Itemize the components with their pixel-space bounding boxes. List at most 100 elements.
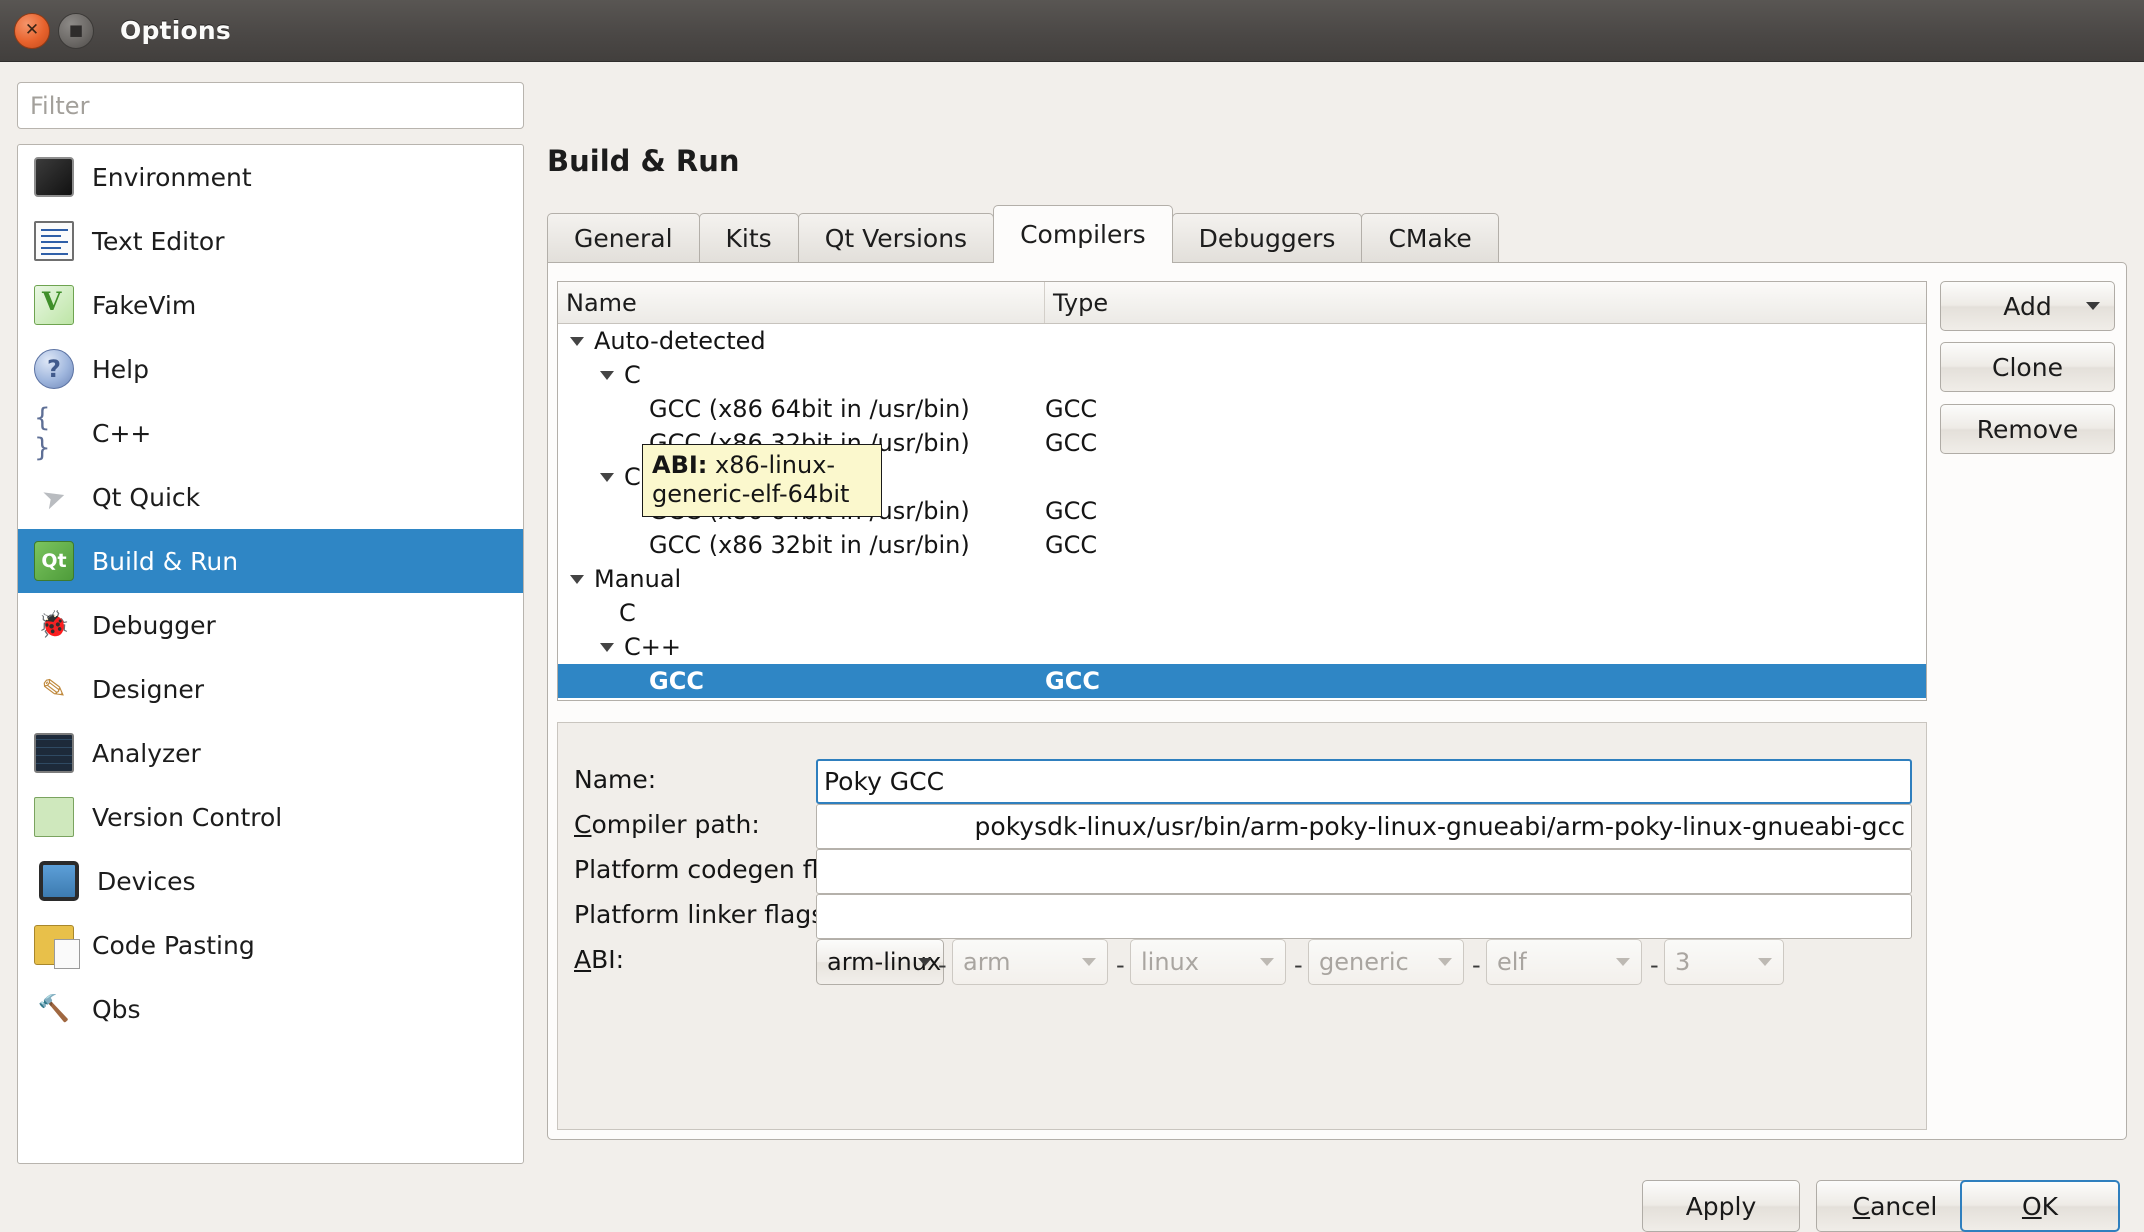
apply-button[interactable]: Apply bbox=[1642, 1180, 1800, 1232]
tab-general[interactable]: General bbox=[547, 213, 700, 263]
abi-separator: - bbox=[1472, 951, 1481, 979]
cancel-button-label: Cancel bbox=[1852, 1191, 1938, 1221]
sidebar-item-debugger[interactable]: Debugger bbox=[18, 593, 523, 657]
chevron-down-icon[interactable] bbox=[600, 370, 614, 380]
tab-compilers[interactable]: Compilers bbox=[993, 205, 1173, 263]
abi-separator: - bbox=[1650, 951, 1659, 979]
maximize-glyph: ■ bbox=[68, 21, 84, 39]
settings-tabbar[interactable]: General Kits Qt Versions Compilers Debuggers… bbox=[547, 205, 1499, 263]
sidebar-item-devices[interactable]: Devices bbox=[18, 849, 523, 913]
sidebar-item-label: Designer bbox=[92, 674, 204, 704]
chevron-down-icon[interactable] bbox=[570, 336, 584, 346]
platform-codegen-flags-input[interactable] bbox=[816, 849, 1912, 894]
name-label: Name: bbox=[574, 765, 657, 794]
qt-quick-icon bbox=[34, 477, 74, 517]
tooltip-label: ABI: bbox=[652, 451, 708, 479]
tab-kits[interactable]: Kits bbox=[698, 213, 799, 263]
sidebar-item-designer[interactable]: Designer bbox=[18, 657, 523, 721]
sidebar-item-label: Version Control bbox=[92, 802, 283, 832]
text-line bbox=[41, 253, 68, 255]
compiler-path-label-mnemonic: C bbox=[574, 810, 592, 839]
abi-tooltip: ABI: x86-linux-generic-elf-64bit bbox=[642, 444, 882, 517]
sidebar-item-label: Devices bbox=[97, 866, 196, 896]
text-line bbox=[41, 229, 68, 231]
clone-button-label: Clone bbox=[1992, 352, 2063, 382]
sidebar-item-label: Debugger bbox=[92, 610, 216, 640]
remove-button[interactable]: Remove bbox=[1940, 404, 2115, 454]
tree-row[interactable]: GCC (x86 64bit in /usr/bin) GCC bbox=[558, 392, 1926, 426]
chevron-down-icon bbox=[1438, 958, 1452, 966]
sidebar-item-label: Analyzer bbox=[92, 738, 201, 768]
compiler-path-label: Compiler path: bbox=[574, 810, 760, 839]
debugger-icon bbox=[34, 605, 74, 645]
chevron-down-icon[interactable] bbox=[570, 574, 584, 584]
tab-cmake[interactable]: CMake bbox=[1361, 213, 1499, 263]
sidebar-item-label: Qt Quick bbox=[92, 482, 201, 512]
cancel-button[interactable]: Cancel bbox=[1816, 1180, 1974, 1232]
abi-combo-value: elf bbox=[1497, 948, 1527, 976]
sidebar-item-label: FakeVim bbox=[92, 290, 197, 320]
cpp-icon bbox=[34, 413, 74, 453]
add-button[interactable]: Add bbox=[1940, 281, 2115, 331]
code-pasting-icon bbox=[34, 925, 80, 969]
tree-row[interactable]: C++ bbox=[558, 630, 1926, 664]
tree-row-name: GCC (x86 32bit in /usr/bin) bbox=[649, 531, 970, 559]
abi-combo-1[interactable]: arm-linux bbox=[816, 939, 944, 985]
remove-button-label: Remove bbox=[1976, 414, 2079, 444]
tree-row[interactable]: GCC (x86 32bit in /usr/bin) GCC bbox=[558, 528, 1926, 562]
tree-row[interactable]: Auto-detected bbox=[558, 324, 1926, 358]
sidebar-item-label: Environment bbox=[92, 162, 252, 192]
abi-combo-value: arm bbox=[963, 948, 1011, 976]
options-sidebar[interactable]: Environment Text Editor FakeVim Help C++ Qt Q… bbox=[17, 144, 524, 1164]
tree-row[interactable]: Manual bbox=[558, 562, 1926, 596]
devices-icon bbox=[39, 861, 79, 901]
tab-label: CMake bbox=[1388, 224, 1472, 253]
sidebar-item-help[interactable]: Help bbox=[18, 337, 523, 401]
column-header-name[interactable]: Name bbox=[558, 282, 1045, 323]
sidebar-item-text-editor[interactable]: Text Editor bbox=[18, 209, 523, 273]
ok-button[interactable]: OK bbox=[1960, 1180, 2120, 1232]
sidebar-item-qt-quick[interactable]: Qt Quick bbox=[18, 465, 523, 529]
name-input[interactable]: Poky GCC bbox=[816, 759, 1912, 804]
sidebar-item-code-pasting[interactable]: Code Pasting bbox=[18, 913, 523, 977]
compiler-path-label-rest: ompiler path: bbox=[591, 810, 760, 839]
filter-input[interactable] bbox=[17, 82, 524, 129]
build-and-run-icon bbox=[34, 541, 74, 581]
sidebar-item-label: Text Editor bbox=[92, 226, 225, 256]
platform-linker-flags-input[interactable] bbox=[816, 894, 1912, 939]
chevron-down-icon[interactable] bbox=[600, 642, 614, 652]
sidebar-item-c[interactable]: C++ bbox=[18, 401, 523, 465]
text-line bbox=[41, 235, 61, 237]
tree-row[interactable]: GCC GCC bbox=[558, 664, 1926, 698]
maximize-icon[interactable]: ■ bbox=[58, 12, 94, 49]
tree-row[interactable]: C bbox=[558, 358, 1926, 392]
sidebar-item-label: Build & Run bbox=[92, 546, 239, 576]
tree-row-name: Auto-detected bbox=[594, 327, 766, 355]
tab-debuggers[interactable]: Debuggers bbox=[1171, 213, 1363, 263]
compiler-path-input[interactable]: pokysdk-linux/usr/bin/arm-poky-linux-gnu… bbox=[816, 804, 1912, 849]
tree-row[interactable]: C bbox=[558, 596, 1926, 630]
sidebar-item-analyzer[interactable]: Analyzer bbox=[18, 721, 523, 785]
tab-qt-versions[interactable]: Qt Versions bbox=[797, 213, 995, 263]
tree-row-type: GCC bbox=[1045, 531, 1098, 559]
chevron-down-icon bbox=[1082, 958, 1096, 966]
column-header-type[interactable]: Type bbox=[1045, 282, 1926, 323]
chevron-down-icon[interactable] bbox=[2086, 302, 2100, 310]
chevron-down-icon bbox=[1616, 958, 1630, 966]
tree-row-name: C++ bbox=[624, 633, 681, 661]
tree-row-name-cell: GCC bbox=[558, 667, 1045, 695]
clone-button[interactable]: Clone bbox=[1940, 342, 2115, 392]
tab-label: Qt Versions bbox=[824, 224, 968, 253]
tree-row-name-cell: Manual bbox=[558, 565, 1045, 593]
abi-combo-4: generic bbox=[1308, 939, 1464, 985]
chevron-down-icon[interactable] bbox=[918, 958, 932, 966]
sidebar-item-fakevim[interactable]: FakeVim bbox=[18, 273, 523, 337]
sidebar-item-environment[interactable]: Environment bbox=[18, 145, 523, 209]
sidebar-item-build-run[interactable]: Build & Run bbox=[18, 529, 523, 593]
sidebar-item-version-control[interactable]: Version Control bbox=[18, 785, 523, 849]
close-icon[interactable]: ✕ bbox=[14, 12, 50, 49]
sidebar-item-qbs[interactable]: Qbs bbox=[18, 977, 523, 1041]
options-dialog: Environment Text Editor FakeVim Help C++ Qt Q… bbox=[0, 62, 2144, 1232]
chevron-down-icon[interactable] bbox=[600, 472, 614, 482]
window-title: Options bbox=[120, 16, 231, 45]
